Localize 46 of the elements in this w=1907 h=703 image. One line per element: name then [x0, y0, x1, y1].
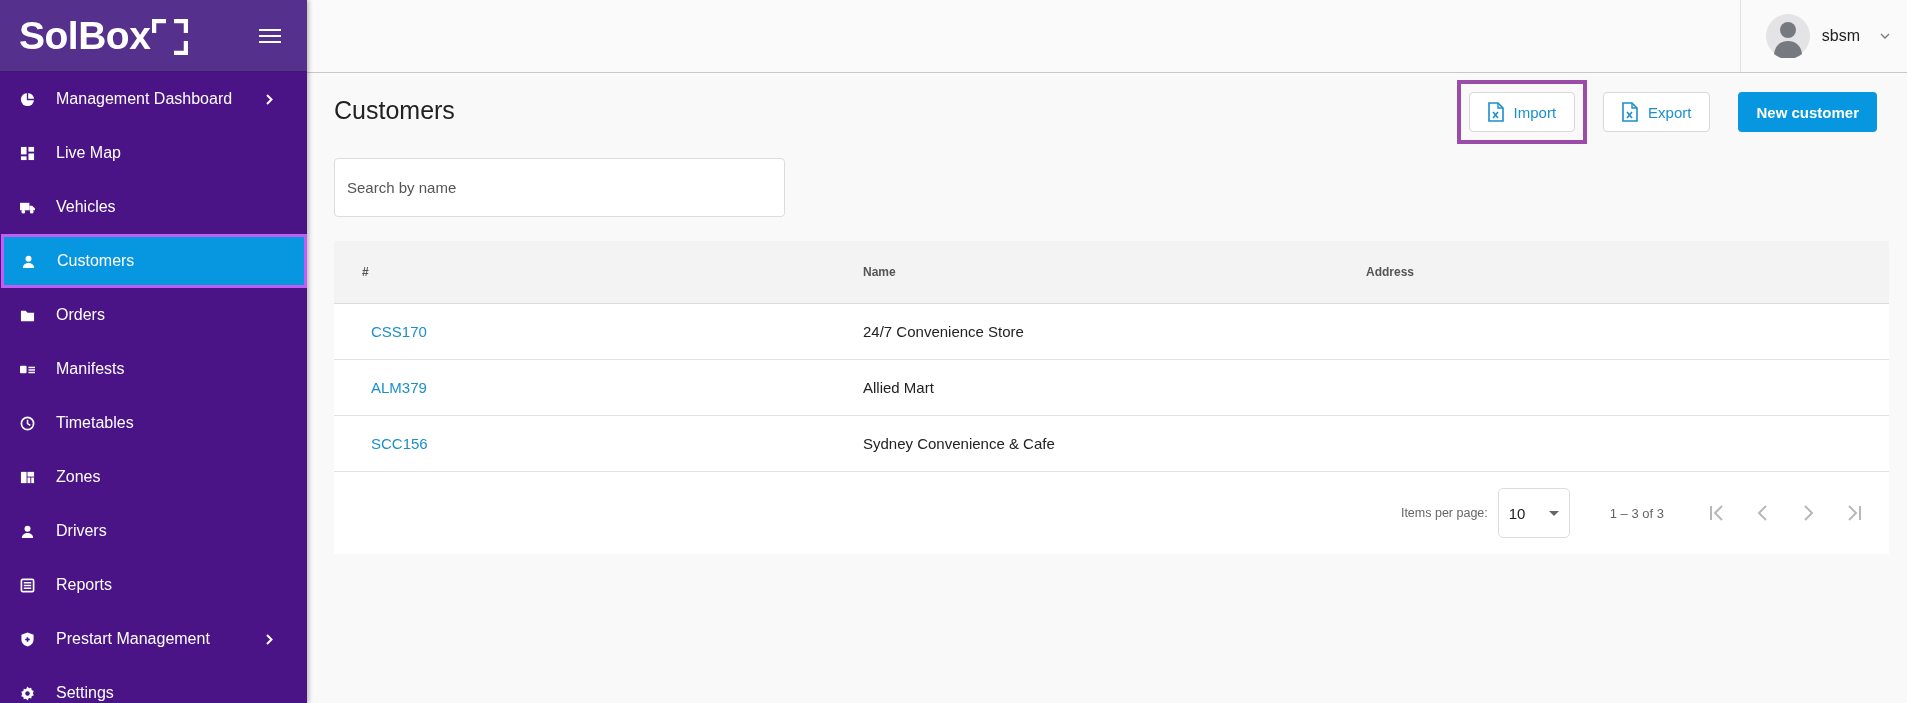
- avatar-icon: [1765, 14, 1810, 58]
- items-per-page-label: Items per page:: [1400, 506, 1488, 520]
- search-field[interactable]: Search by name: [334, 158, 785, 217]
- spreadsheet-file-icon: [1487, 102, 1504, 122]
- customer-id-link[interactable]: ALM379: [334, 378, 427, 396]
- user-name: sbsm: [1821, 27, 1860, 45]
- tiles-icon: [20, 145, 35, 161]
- sidebar-item[interactable]: Manifests: [0, 342, 307, 396]
- logo: SolBox: [19, 16, 189, 55]
- sidebar-item[interactable]: Live Map: [0, 126, 307, 180]
- grid-icon: [20, 469, 35, 485]
- clock-icon: [20, 415, 35, 431]
- sidebar-item[interactable]: Orders: [0, 288, 307, 342]
- chart-icon: [20, 91, 35, 107]
- sidebar-item[interactable]: Prestart Management: [0, 612, 307, 666]
- sidebar-item[interactable]: Reports: [0, 558, 307, 612]
- action-button[interactable]: Import: [1468, 92, 1576, 132]
- chevron-down-icon: [1880, 33, 1890, 39]
- customer-name: Allied Mart: [863, 379, 935, 396]
- customer-name: Sydney Convenience & Cafe: [863, 435, 1056, 452]
- brackets-icon: [152, 19, 189, 55]
- sidebar-item[interactable]: Timetables: [0, 396, 307, 450]
- customer-name: 24/7 Convenience Store: [863, 323, 1025, 340]
- list-icon: [20, 577, 35, 593]
- spreadsheet-file-icon: [1622, 102, 1639, 122]
- sidebar-item[interactable]: Management Dashboard: [0, 72, 307, 126]
- shield-icon: [20, 631, 35, 647]
- page-range: 1 – 3 of 3: [1609, 505, 1664, 521]
- dropdown-arrow-icon: [1548, 510, 1559, 516]
- sidebar-item[interactable]: Vehicles: [0, 180, 307, 234]
- menu-button[interactable]: [259, 27, 281, 44]
- sidebar-item[interactable]: Drivers: [0, 504, 307, 558]
- customer-id-link[interactable]: SCC156: [334, 434, 428, 452]
- sidebar-item[interactable]: Zones: [0, 450, 307, 504]
- action-button[interactable]: Export: [1603, 92, 1711, 132]
- page-size-select[interactable]: 10: [1497, 488, 1570, 538]
- page-title: Customers: [334, 95, 456, 126]
- user-menu[interactable]: sbsm: [1739, 0, 1907, 72]
- column-header: #: [361, 265, 370, 279]
- person-icon: [21, 253, 36, 269]
- person-icon: [20, 523, 35, 539]
- sidebar-item[interactable]: Settings: [0, 666, 307, 703]
- column-header: Name: [863, 265, 897, 279]
- column-header: Address: [1366, 265, 1416, 279]
- menu-icon: [259, 27, 281, 44]
- customer-id-link[interactable]: CSS170: [334, 322, 427, 340]
